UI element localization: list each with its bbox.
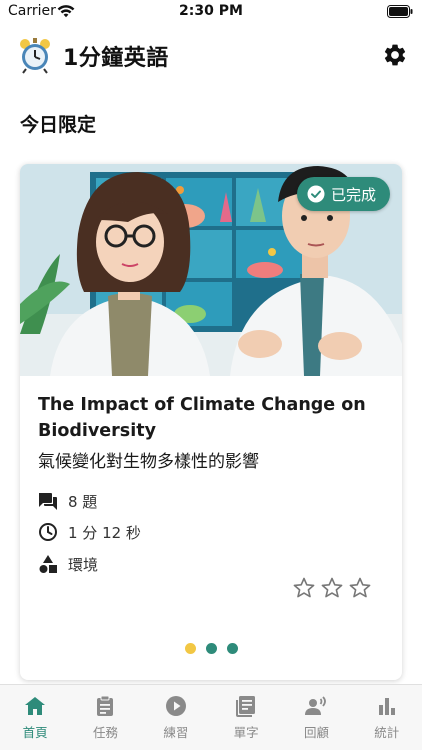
tab-review[interactable]: 回顧 bbox=[281, 685, 351, 750]
tab-label: 練習 bbox=[163, 725, 189, 740]
tab-label: 回顧 bbox=[303, 725, 329, 740]
page-dot[interactable] bbox=[226, 643, 238, 654]
tab-label: 單字 bbox=[233, 725, 259, 740]
tab-label: 首頁 bbox=[22, 725, 48, 740]
completed-badge-label: 已完成 bbox=[330, 185, 376, 204]
completed-badge: 已完成 bbox=[296, 177, 390, 211]
meta-duration-label: 1 分 12 秒 bbox=[68, 523, 141, 542]
alarm-clock-logo-icon bbox=[20, 38, 50, 74]
play-circle-icon bbox=[165, 696, 186, 716]
app-title: 1分鐘英語 bbox=[63, 46, 169, 71]
tab-statistics[interactable]: 統計 bbox=[352, 685, 422, 750]
app-header: 1分鐘英語 bbox=[0, 34, 422, 78]
meta-questions: 8 題 bbox=[38, 490, 97, 512]
chat-bubbles-icon bbox=[39, 493, 57, 510]
tab-vocabulary[interactable]: 單字 bbox=[211, 685, 281, 750]
page-indicator bbox=[0, 643, 422, 654]
clipboard-icon bbox=[97, 695, 114, 716]
tab-label: 任務 bbox=[92, 725, 118, 740]
battery-icon bbox=[387, 5, 413, 18]
clock-icon bbox=[39, 523, 57, 541]
home-icon bbox=[25, 697, 46, 715]
tab-practice[interactable]: 練習 bbox=[141, 685, 211, 750]
check-circle-icon bbox=[307, 185, 325, 203]
star-rating bbox=[292, 576, 372, 600]
shapes-icon bbox=[39, 555, 57, 573]
lesson-card[interactable]: 已完成 The Impact of Climate Change on Biod… bbox=[20, 164, 402, 680]
home-screen: Carrier 2:30 PM 1分鐘英語 今日限定 已完成 The Impac… bbox=[0, 0, 422, 750]
lesson-title-english: The Impact of Climate Change on Biodiver… bbox=[38, 395, 366, 441]
star-outline-icon[interactable] bbox=[320, 576, 344, 600]
status-bar: Carrier 2:30 PM bbox=[0, 0, 422, 26]
tab-label: 統計 bbox=[374, 725, 400, 740]
meta-questions-label: 8 題 bbox=[68, 492, 98, 511]
page-dot-active[interactable] bbox=[184, 643, 196, 654]
tab-tasks[interactable]: 任務 bbox=[70, 685, 140, 750]
settings-gear-icon[interactable] bbox=[382, 42, 408, 68]
meta-category-label: 環境 bbox=[68, 555, 99, 574]
lesson-title-chinese: 氣候變化對生物多樣性的影響 bbox=[38, 452, 259, 472]
speaking-person-icon bbox=[305, 696, 327, 715]
bar-chart-icon bbox=[378, 698, 395, 715]
bottom-tab-bar: 首頁 任務 練習 單字 回顧 統計 bbox=[0, 684, 422, 750]
page-dot[interactable] bbox=[205, 643, 217, 654]
meta-category: 環境 bbox=[38, 553, 98, 575]
star-outline-icon[interactable] bbox=[348, 576, 372, 600]
tab-home[interactable]: 首頁 bbox=[0, 685, 70, 750]
clock-time: 2:30 PM bbox=[179, 3, 243, 19]
meta-duration: 1 分 12 秒 bbox=[38, 521, 141, 543]
notebook-icon bbox=[236, 696, 256, 717]
star-outline-icon[interactable] bbox=[292, 576, 316, 600]
section-title: 今日限定 bbox=[20, 114, 97, 136]
